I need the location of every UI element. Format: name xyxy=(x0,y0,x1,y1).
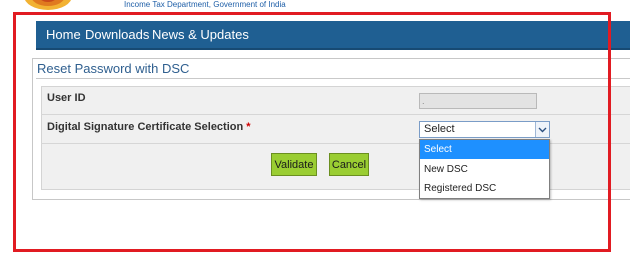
annotation-frame xyxy=(13,12,611,252)
department-text: Income Tax Department, Government of Ind… xyxy=(124,0,286,9)
emblem-logo-icon xyxy=(25,0,71,10)
